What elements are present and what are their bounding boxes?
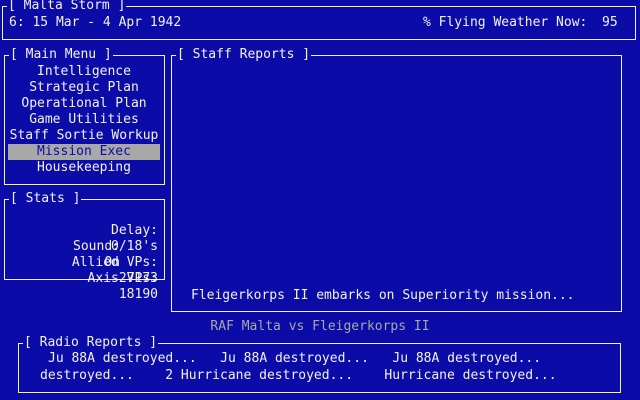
menu-item-intelligence[interactable]: Intelligence <box>8 64 160 80</box>
stat-axis-vps: Axis VPs: 18190 <box>5 255 158 319</box>
staff-reports-title: [ Staff Reports ] <box>176 47 312 63</box>
matchup-line: RAF Malta vs Fleigerkorps II <box>210 319 430 334</box>
weather-label: % Flying Weather Now: <box>423 15 588 30</box>
staff-reports-panel: [ Staff Reports ] Fleigerkorps II embark… <box>171 47 622 312</box>
staff-report-message: Fleigerkorps II embarks on Superiority m… <box>191 288 575 303</box>
menu-item-mission-exec[interactable]: Mission Exec <box>8 144 160 160</box>
menu-item-housekeeping[interactable]: Housekeeping <box>8 160 160 176</box>
stat-axis-vps-value: 18190 <box>118 287 158 302</box>
stats-title: [ Stats ] <box>9 191 82 207</box>
menu-item-game-utilities[interactable]: Game Utilities <box>8 112 160 128</box>
radio-reports-title: [ Radio Reports ] <box>23 335 159 351</box>
stats-panel: [ Stats ] Delay: 0/18's Sound: On Allied… <box>4 191 165 302</box>
menu-item-operational-plan[interactable]: Operational Plan <box>8 96 160 112</box>
stat-axis-vps-label: Axis VPs: <box>87 271 158 286</box>
radio-report-line-2: destroyed... 2 Hurricane destroyed... Hu… <box>40 368 557 383</box>
header-panel: [ Malta Storm ] 6: 15 Mar - 4 Apr 1942 %… <box>2 0 636 40</box>
main-menu-panel: [ Main Menu ] Intelligence Strategic Pla… <box>4 47 165 185</box>
menu-item-strategic-plan[interactable]: Strategic Plan <box>8 80 160 96</box>
date-range: 6: 15 Mar - 4 Apr 1942 <box>9 15 182 30</box>
game-title: [ Malta Storm ] <box>7 0 127 14</box>
radio-report-line-1: Ju 88A destroyed... Ju 88A destroyed... … <box>48 351 542 366</box>
main-menu-title: [ Main Menu ] <box>9 47 113 63</box>
weather-value: 95 <box>602 15 618 30</box>
menu-item-staff-sortie-workup[interactable]: Staff Sortie Workup <box>8 128 160 144</box>
radio-reports-panel: [ Radio Reports ] Ju 88A destroyed... Ju… <box>18 335 621 393</box>
